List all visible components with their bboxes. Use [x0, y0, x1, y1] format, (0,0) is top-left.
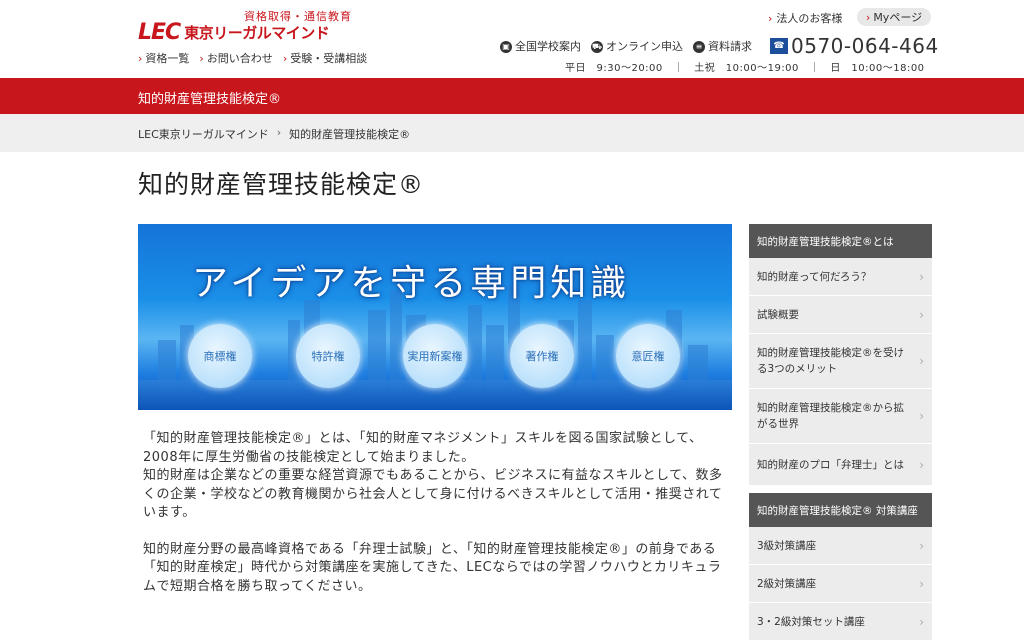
chevron-right-icon: ›	[919, 457, 924, 472]
breadcrumb-current: 知的財産管理技能検定®	[289, 128, 411, 141]
site-header: 資格取得・通信教育 LEC 東京リーガルマインド › 資格一覧 › お問い合わせ ›…	[0, 0, 1024, 78]
sidebar-item-grade2-course[interactable]: 2級対策講座 ›	[749, 565, 932, 603]
utility-model-bubble: 実用新案権	[403, 324, 467, 388]
document-icon: ≡	[693, 41, 705, 53]
cart-icon: ⛟	[591, 41, 603, 53]
breadcrumb-home[interactable]: LEC東京リーガルマインド	[138, 126, 269, 142]
banner-catchphrase: アイデアを守る専門知識	[192, 263, 631, 304]
sidebar-item-patent-attorney[interactable]: 知的財産のプロ「弁理士」とは ›	[749, 444, 932, 486]
freedial-icon: ☎	[770, 38, 788, 54]
link-qualifications[interactable]: › 資格一覧	[138, 50, 189, 66]
section-title-bar: 知的財産管理技能検定®	[0, 78, 1024, 114]
copyright-bubble: 著作権	[510, 324, 574, 388]
online-apply-link[interactable]: ⛟ オンライン申込	[591, 38, 683, 54]
chevron-right-icon: ›	[919, 409, 924, 423]
school-icon: ▣	[500, 41, 512, 53]
intro-paragraph-1: 「知的財産管理技能検定®」とは、「知的財産マネジメント」スキルを図る国家試験とし…	[143, 431, 723, 520]
trademark-bubble: 商標権	[188, 324, 252, 388]
sidebar-item-world[interactable]: 知的財産管理技能検定®から拡がる世界 ›	[749, 389, 932, 444]
page-title: 知的財産管理技能検定®	[138, 170, 425, 199]
patent-bubble: 特許権	[296, 324, 360, 388]
business-hours: 平日 9:30〜20:00 ｜ 土祝 10:00〜19:00 ｜ 日 10:00…	[565, 63, 925, 74]
site-logo[interactable]: LEC 東京リーガルマインド	[138, 19, 330, 45]
sidebar-about: 知的財産管理技能検定®とは 知的財産って何だろう？ › 試験概要 › 知的財産管理技…	[749, 224, 932, 486]
sidebar-item-exam-overview[interactable]: 試験概要 ›	[749, 296, 932, 334]
top-links: › 資格一覧 › お問い合わせ › 受験・受講相談	[138, 50, 367, 66]
brochure-request-link[interactable]: ≡ 資料請求	[693, 38, 752, 54]
chevron-right-icon: ›	[865, 10, 871, 24]
link-consultation[interactable]: › 受験・受講相談	[283, 50, 367, 66]
design-right-bubble: 意匠権	[616, 324, 680, 388]
utility-links: ▣ 全国学校案内 ⛟ オンライン申込 ≡ 資料請求	[500, 38, 752, 54]
link-contact[interactable]: › お問い合わせ	[199, 50, 272, 66]
section-title[interactable]: 知的財産管理技能検定®	[138, 88, 281, 107]
chevron-right-icon: ›	[919, 354, 924, 368]
sidebar-item-grade3-course[interactable]: 3級対策講座 ›	[749, 527, 932, 565]
hero-banner: アイデアを守る専門知識 商標権 特許権 実用新案権 著作権 意匠権	[138, 224, 732, 410]
chevron-right-icon: ›	[919, 307, 924, 322]
sidebar-item-merits[interactable]: 知的財産管理技能検定®を受ける3つのメリット ›	[749, 334, 932, 389]
breadcrumb: LEC東京リーガルマインド › 知的財産管理技能検定®	[0, 114, 1024, 152]
logo-name: 東京リーガルマインド	[184, 23, 330, 42]
sidebar-heading-courses[interactable]: 知的財産管理技能検定® 対策講座	[749, 493, 932, 527]
chevron-right-icon: ›	[919, 269, 924, 284]
sidebar-heading-about[interactable]: 知的財産管理技能検定®とは	[749, 224, 932, 258]
chevron-right-icon: ›	[276, 126, 282, 139]
intro-paragraph-2: 知的財産分野の最高峰資格である「弁理士試験」と、「知的財産管理技能検定®」の前身…	[143, 541, 722, 594]
intro-text: 「知的財産管理技能検定®」とは、「知的財産マネジメント」スキルを図る国家試験とし…	[143, 430, 723, 614]
chevron-right-icon: ›	[768, 12, 773, 25]
mypage-button[interactable]: › Myページ	[857, 8, 931, 26]
phone-number[interactable]: ☎ 0570-064-464	[770, 34, 939, 58]
corporate-link[interactable]: › 法人のお客様	[768, 10, 842, 26]
chevron-right-icon: ›	[919, 538, 924, 553]
school-guide-link[interactable]: ▣ 全国学校案内	[500, 38, 581, 54]
logo-mark: LEC	[138, 19, 181, 45]
chevron-right-icon: ›	[919, 576, 924, 591]
sidebar-item-what-is-ip[interactable]: 知的財産って何だろう？ ›	[749, 258, 932, 296]
sidebar-courses: 知的財産管理技能検定® 対策講座 3級対策講座 › 2級対策講座 › 3・2級対策セ…	[749, 493, 932, 641]
sidebar-item-set-course[interactable]: 3・2級対策セット講座 ›	[749, 603, 932, 641]
